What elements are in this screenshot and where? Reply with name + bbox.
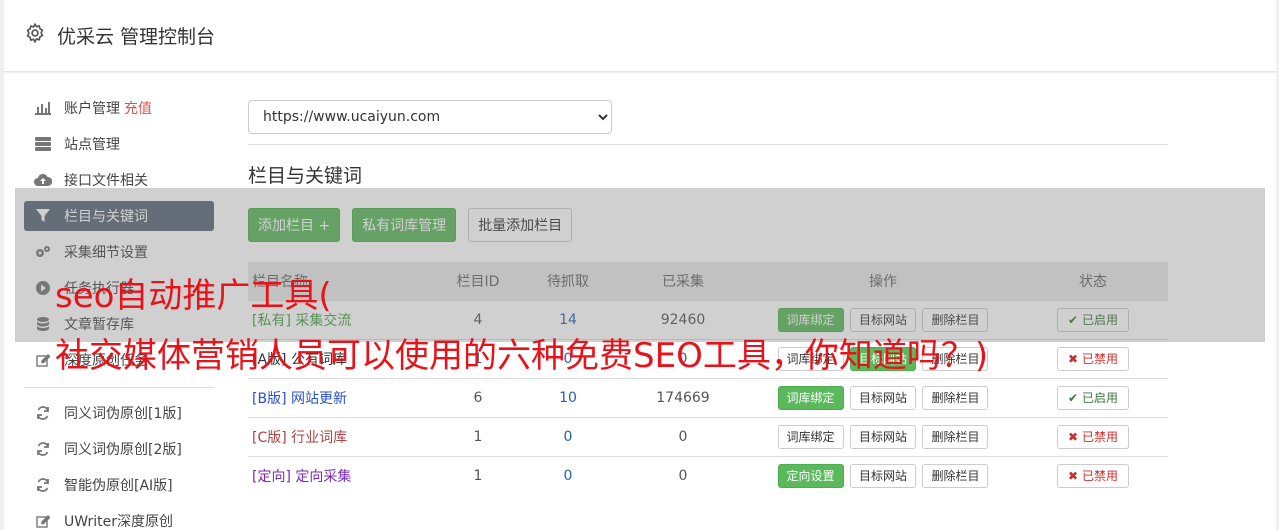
collected-count: 174669 [618,377,748,417]
refresh-icon [34,477,52,493]
table-row: [B版] 网站更新 6 10 174669 词库绑定 目标网站 删除栏目 ✔ 已… [248,377,1168,417]
status-label: 已禁用 [1081,469,1118,484]
check-icon: ✔ [1068,390,1079,405]
pending-count[interactable]: 0 [564,429,573,445]
column-name[interactable]: 网站更新 [291,391,347,407]
column-tag: [定向] [252,468,291,485]
recharge-link[interactable]: 充值 [124,98,152,118]
status-toggle[interactable]: ✖ 已禁用 [1057,463,1129,488]
overlay-title-line-1: seo自动推广工具( [55,276,332,316]
target-site-button[interactable]: 目标网站 [849,385,916,410]
gear-icon [26,22,44,44]
sidebar-item-label: 同义词伪原创[2版] [64,442,182,458]
sidebar-item-account[interactable]: 账户管理 充值 [24,93,214,123]
actions-cell: 词库绑定 目标网站 删除栏目 [748,377,1018,417]
sidebar-item-uwriter[interactable]: UWriter深度原创 [24,506,214,530]
actions-cell: 定向设置 目标网站 删除栏目 [748,455,1018,495]
status-label: 已禁用 [1081,430,1118,444]
target-site-button[interactable]: 目标网站 [849,463,916,488]
sidebar-item-label: UWriter深度原创 [64,514,173,530]
column-name-cell[interactable]: [定向] 定向采集 [248,455,438,495]
site-select[interactable]: https://www.ucaiyun.com [248,100,612,134]
column-id: 6 [438,377,518,417]
delete-column-button[interactable]: 删除栏目 [922,385,989,410]
delete-column-button[interactable]: 删除栏目 [922,463,989,488]
bind-library-button[interactable]: 词库绑定 [777,385,844,410]
target-site-button[interactable]: 目标网站 [849,424,916,449]
status-label: 已禁用 [1081,352,1118,366]
actions-cell: 词库绑定 目标网站 删除栏目 [748,416,1018,456]
table-row: [定向] 定向采集 1 0 0 定向设置 目标网站 删除栏目 ✖ 已禁用 [248,455,1168,495]
divider [248,144,1168,145]
table-row: [C版] 行业词库 1 0 0 词库绑定 目标网站 删除栏目 ✖ 已禁用 [248,416,1168,456]
status-toggle[interactable]: ✔ 已启用 [1057,385,1129,410]
sidebar-item-synonym-v1[interactable]: 同义词伪原创[1版] [24,398,214,428]
sidebar-item-label: 同义词伪原创[1版] [64,406,182,422]
pending-count[interactable]: 0 [564,468,573,484]
column-name-cell[interactable]: [B版] 网站更新 [248,377,438,417]
collected-count: 0 [618,416,748,456]
directed-settings-button[interactable]: 定向设置 [777,463,844,488]
app-title: 优采云 管理控制台 [57,26,216,48]
column-name-cell[interactable]: [C版] 行业词库 [248,416,438,456]
status-label: 已启用 [1081,391,1118,405]
status-toggle[interactable]: ✖ 已禁用 [1057,346,1129,371]
bind-library-button[interactable]: 词库绑定 [777,424,844,449]
server-icon [34,136,52,152]
overlay-title-line-2: 社交媒体营销人员可以使用的六种免费SEO工具，你知道吗？) [55,336,989,376]
sidebar-item-label: 账户管理 [64,101,120,117]
section-title: 栏目与关键词 [248,165,363,187]
column-tag: [C版] [252,429,287,446]
sidebar-divider [24,387,214,388]
column-tag: [B版] [252,390,287,407]
bar-chart-icon [34,100,52,116]
column-name[interactable]: 定向采集 [295,469,351,485]
column-name[interactable]: 行业词库 [291,430,347,446]
refresh-icon [34,441,52,457]
cross-icon: ✖ [1068,429,1079,444]
sidebar-item-label: 智能伪原创[AI版] [64,478,173,494]
pending-count[interactable]: 10 [559,390,577,406]
sidebar-item-label: 站点管理 [64,137,120,153]
sidebar-item-ai-original[interactable]: 智能伪原创[AI版] [24,470,214,500]
status-toggle[interactable]: ✖ 已禁用 [1057,424,1129,449]
cross-icon: ✖ [1068,468,1079,483]
top-bar: 优采云 管理控制台 [4,0,1276,72]
edit-icon [34,513,52,529]
column-id: 1 [438,416,518,456]
collected-count: 0 [618,455,748,495]
refresh-icon [34,405,52,421]
sidebar-item-synonym-v2[interactable]: 同义词伪原创[2版] [24,434,214,464]
sidebar-item-sites[interactable]: 站点管理 [24,129,214,159]
edit-icon [34,352,52,368]
sidebar-item-label: 接口文件相关 [64,173,148,189]
delete-column-button[interactable]: 删除栏目 [922,424,989,449]
cloud-upload-icon [34,172,52,188]
overlay-band [15,188,1265,342]
column-id: 1 [438,455,518,495]
cross-icon: ✖ [1068,351,1079,366]
